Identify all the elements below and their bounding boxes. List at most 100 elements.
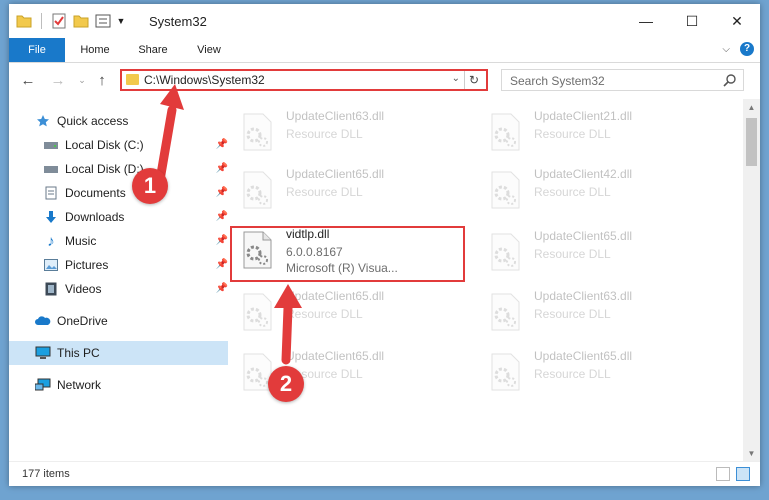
file-name: UpdateClient21.dll <box>534 109 633 123</box>
window-title: System32 <box>149 14 207 29</box>
file-type: Resource DLL <box>286 127 363 141</box>
ribbon: File Home Share View ⌵ ? <box>9 38 760 63</box>
divider <box>41 13 42 29</box>
tab-view[interactable]: View <box>185 38 233 62</box>
sidebar-item-local-disk-c[interactable]: Local Disk (C:) 📌 <box>9 133 236 157</box>
document-icon <box>43 185 59 201</box>
navigation-bar: ← → ⌄ ↑ C:\Windows\System32 ⌄ ↻ Search S… <box>9 63 760 97</box>
new-folder-icon[interactable] <box>72 12 90 30</box>
sidebar-item-local-disk-d[interactable]: Local Disk (D:) 📌 <box>9 157 236 181</box>
folder-icon[interactable] <box>15 12 33 30</box>
file-type: Resource DLL <box>534 307 611 321</box>
maximize-button[interactable]: ☐ <box>669 4 715 38</box>
sidebar-item-label: OneDrive <box>57 314 108 328</box>
file-list: UpdateClient63.dll Resource DLL UpdateCl… <box>214 99 742 462</box>
folder-icon <box>126 74 139 85</box>
file-name: UpdateClient42.dll <box>534 167 633 181</box>
vertical-scrollbar[interactable]: ▲ ▼ <box>743 99 760 462</box>
details-view-icon[interactable] <box>716 467 730 481</box>
file-item-vidtlp[interactable]: vidtlp.dll 6.0.0.8167 Microsoft (R) Visu… <box>234 223 469 275</box>
picture-icon <box>43 257 59 273</box>
dll-file-icon <box>243 171 272 209</box>
sidebar-item-label: This PC <box>57 346 100 360</box>
sidebar-item-quick-access[interactable]: Quick access <box>9 109 228 133</box>
dll-file-icon <box>491 171 520 209</box>
file-item[interactable]: UpdateClient65.dll Resource DLL <box>234 163 469 213</box>
dll-file-icon <box>491 113 520 151</box>
search-icon[interactable] <box>723 73 737 90</box>
address-bar[interactable]: C:\Windows\System32 ⌄ ↻ <box>120 69 488 91</box>
view-switcher <box>716 467 750 481</box>
scroll-down-icon[interactable]: ▼ <box>743 445 760 462</box>
file-name: vidtlp.dll <box>286 227 330 241</box>
status-bar: 177 items <box>9 461 760 486</box>
help-icon[interactable]: ? <box>740 42 754 56</box>
file-item[interactable]: UpdateClient42.dll Resource DLL <box>482 163 717 213</box>
file-item[interactable]: UpdateClient21.dll Resource DLL <box>482 105 717 155</box>
scroll-up-icon[interactable]: ▲ <box>743 99 760 116</box>
file-type: Resource DLL <box>286 307 363 321</box>
back-button[interactable]: ← <box>17 69 39 91</box>
dll-file-icon <box>243 231 272 269</box>
explorer-window: ▼ System32 — ☐ ✕ File Home Share View ⌵ … <box>9 4 760 486</box>
navigation-pane: Quick access Local Disk (C:) 📌 Local Dis… <box>9 99 228 462</box>
drive-icon <box>43 137 59 153</box>
file-name: UpdateClient65.dll <box>286 289 385 303</box>
video-icon <box>43 281 59 297</box>
file-name: UpdateClient65.dll <box>534 349 633 363</box>
expand-ribbon-icon[interactable]: ⌵ <box>722 44 730 55</box>
sidebar-item-label: Music <box>65 234 97 248</box>
sidebar-item-pictures[interactable]: Pictures 📌 <box>9 253 236 277</box>
item-count: 177 items <box>22 468 70 480</box>
recent-locations-button[interactable]: ⌄ <box>71 69 93 91</box>
tab-file[interactable]: File <box>9 38 65 62</box>
search-placeholder: Search System32 <box>510 74 605 88</box>
sidebar-item-label: Videos <box>65 282 102 296</box>
up-button[interactable]: ↑ <box>91 69 113 91</box>
file-type: Resource DLL <box>534 127 611 141</box>
tiles-view-icon[interactable] <box>736 467 750 481</box>
file-version: 6.0.0.8167 <box>286 245 343 259</box>
sidebar-item-label: Local Disk (C:) <box>65 138 144 152</box>
properties-icon[interactable] <box>50 12 68 30</box>
sidebar-item-label: Pictures <box>65 258 109 272</box>
file-item[interactable]: UpdateClient65.dll Resource DLL <box>482 225 717 275</box>
sidebar-item-this-pc[interactable]: This PC <box>9 341 228 365</box>
minimize-button[interactable]: — <box>623 4 669 38</box>
file-name: UpdateClient63.dll <box>286 109 385 123</box>
file-type: Resource DLL <box>534 185 611 199</box>
cloud-icon <box>35 313 51 329</box>
dll-file-icon <box>243 113 272 151</box>
sidebar-item-network[interactable]: Network <box>9 373 228 397</box>
chevron-down-icon[interactable]: ⌄ <box>452 73 460 84</box>
file-name: UpdateClient65.dll <box>286 349 385 363</box>
download-icon <box>43 209 59 225</box>
tab-home[interactable]: Home <box>71 38 119 62</box>
tab-share[interactable]: Share <box>129 38 177 62</box>
file-type: Resource DLL <box>534 367 611 381</box>
ribbon-controls: ⌵ ? <box>722 42 754 56</box>
customize-icon[interactable] <box>94 12 112 30</box>
sidebar-item-music[interactable]: ♪ Music 📌 <box>9 229 236 253</box>
forward-button[interactable]: → <box>47 69 69 91</box>
sidebar-item-videos[interactable]: Videos 📌 <box>9 277 236 301</box>
file-item[interactable]: UpdateClient63.dll Resource DLL <box>234 105 469 155</box>
file-type: Resource DLL <box>286 185 363 199</box>
sidebar-item-onedrive[interactable]: OneDrive <box>9 309 228 333</box>
address-path[interactable]: C:\Windows\System32 <box>144 73 265 87</box>
step-badge-2: 2 <box>268 366 304 402</box>
sidebar-item-documents[interactable]: Documents 📌 <box>9 181 236 205</box>
chevron-down-icon[interactable]: ▼ <box>116 12 126 30</box>
close-button[interactable]: ✕ <box>714 4 760 38</box>
file-item[interactable]: UpdateClient65.dll Resource DLL <box>482 345 717 395</box>
file-name: UpdateClient63.dll <box>534 289 633 303</box>
scrollbar-thumb[interactable] <box>746 118 757 166</box>
dll-file-icon <box>491 293 520 331</box>
file-name: UpdateClient65.dll <box>534 229 633 243</box>
sidebar-item-downloads[interactable]: Downloads 📌 <box>9 205 236 229</box>
refresh-icon[interactable]: ↻ <box>464 71 483 89</box>
dll-file-icon <box>243 293 272 331</box>
search-input[interactable]: Search System32 <box>501 69 744 91</box>
file-item[interactable]: UpdateClient65.dll Resource DLL <box>234 285 469 335</box>
file-item[interactable]: UpdateClient63.dll Resource DLL <box>482 285 717 335</box>
